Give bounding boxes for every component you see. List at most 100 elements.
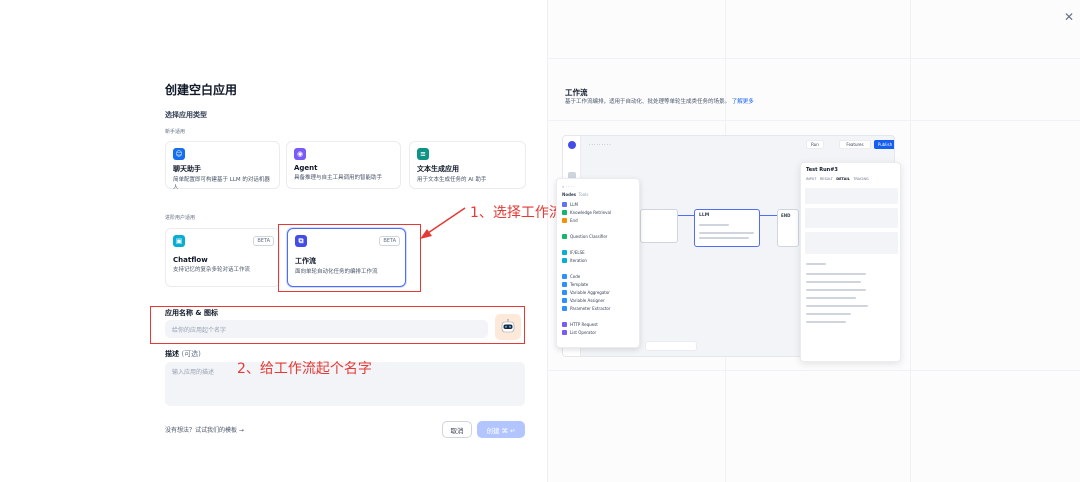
close-icon[interactable]: ✕ [1064, 10, 1078, 28]
app-name-input[interactable]: 给你的应用起个名字 [165, 320, 488, 338]
preview-menu-item: HTTP Request [562, 322, 598, 327]
annotation-box-workflow [278, 224, 421, 292]
preview-end-label: END [781, 213, 791, 218]
preview-menu-label: End [570, 218, 578, 223]
cancel-button[interactable]: 取消 [442, 421, 472, 438]
preview-menu-item: Knowledge Retrieval [562, 210, 611, 215]
preview-run-tab: DETAIL [836, 177, 850, 181]
preview-menu-item: End [562, 218, 578, 223]
preview-menu-item: Template [562, 282, 588, 287]
preview-run-panel: Test Run#3 INPUT RESULT DETAIL TRACING [800, 162, 901, 362]
preview-run-status [805, 188, 898, 204]
preview-menu-item: List Operator [562, 330, 596, 335]
annotation-step1: 1、选择工作流 [470, 205, 563, 221]
preview-menu-tab: Tools [578, 192, 589, 197]
agent-icon: ◉ [294, 148, 306, 160]
beginner-label: 新手适用 [165, 129, 186, 135]
app-type-title: 文本生成应用 [417, 165, 459, 173]
preview-line [699, 232, 754, 234]
chat-bot-icon: ☺ [173, 148, 185, 160]
preview-line [806, 289, 866, 291]
preview-menu-item: Variable Assigner [562, 298, 605, 303]
preview-description: 基于工作流编排，适用于自动化、批处理等单轮生成类任务的场景。 了解更多 [565, 98, 775, 106]
preview-menu-label: List Operator [570, 330, 597, 335]
preview-line [699, 237, 749, 239]
preview-menu-tab: Nodes [562, 192, 577, 197]
preview-menu-label: Knowledge Retrieval [570, 210, 612, 215]
preview-menu-item: IF/ELSE [562, 250, 585, 255]
preview-node-menu: ⌕ · · · · Nodes Tools LLM Knowledge Retr… [556, 178, 640, 348]
app-type-desc: 用于文本生成任务的 AI 助手 [417, 177, 487, 183]
preview-menu-label: Iteration [570, 258, 587, 263]
preview-breadcrumb: · · · · · · · · · [589, 142, 611, 147]
beta-badge: BETA [253, 236, 274, 246]
app-type-desc: 简单配置即可构建基于 LLM 的对话机器人 [173, 177, 270, 191]
text-generator-icon: ≡ [417, 148, 429, 160]
app-type-desc: 具备推理与自主工具调用的智能助手 [294, 175, 383, 181]
preview-llm-label: LLM [699, 213, 710, 218]
preview-menu-item: Iteration [562, 258, 587, 263]
preview-menu-item: Code [562, 274, 580, 279]
preview-run-output [805, 232, 898, 254]
preview-line [806, 297, 856, 299]
choose-type-label: 选择应用类型 [165, 111, 207, 119]
desc-label-text: 描述 [165, 350, 179, 358]
preview-menu-item: Variable Aggregator [562, 290, 610, 295]
desc-label: 描述 (可选) [165, 349, 201, 359]
preview-line [806, 263, 826, 265]
preview-edge [760, 215, 777, 216]
grid-line [547, 58, 1080, 59]
preview-run-tab: RESULT [819, 177, 833, 181]
dialog-title: 创建空白应用 [165, 83, 238, 97]
annotation-step2: 2、给工作流起个名字 [237, 361, 372, 377]
app-type-title: 聊天助手 [173, 165, 201, 173]
preview-publish-chip: Publish [874, 140, 894, 149]
preview-run-tab: INPUT [806, 177, 817, 181]
name-label: 应用名称 & 图标 [165, 309, 218, 317]
preview-toolbar: · · · · · · · · · Run Features Publish [581, 136, 894, 154]
preview-line [806, 305, 868, 307]
preview-title: 工作流 [565, 88, 588, 97]
preview-line [699, 224, 729, 226]
learn-more-link[interactable]: 了解更多 [732, 99, 754, 105]
preview-line [806, 281, 861, 283]
preview-run-input [805, 208, 898, 228]
create-button[interactable]: 创建 ⌘ ↵ [477, 421, 525, 438]
preview-line [806, 313, 851, 315]
grid-line [547, 120, 1080, 121]
preview-menu-label: LLM [570, 202, 578, 207]
app-type-agent-card[interactable]: ◉ Agent 具备推理与自主工具调用的智能助手 [286, 141, 401, 189]
grid-line [547, 370, 1080, 371]
preview-menu-item: Question Classifier [562, 234, 607, 239]
preview-menu-item: Parameter Extractor [562, 306, 611, 311]
chatflow-icon: ▣ [173, 235, 185, 247]
preview-bottom-toolbar [645, 341, 697, 351]
app-type-text-card[interactable]: ≡ 文本生成应用 用于文本生成任务的 AI 助手 [409, 141, 526, 189]
preview-logo-icon [568, 141, 576, 149]
preview-line [806, 273, 866, 275]
preview-menu-label: Parameter Extractor [570, 306, 611, 311]
preview-start-node [640, 209, 678, 243]
app-type-title: Chatflow [173, 256, 208, 264]
grid-line [910, 0, 911, 482]
preview-edge [678, 215, 694, 216]
app-type-chat-card[interactable]: ☺ 聊天助手 简单配置即可构建基于 LLM 的对话机器人 [165, 141, 280, 191]
app-type-chatflow-card[interactable]: ▣ BETA Chatflow 支持记忆的复杂多轮对话工作流 [165, 228, 280, 287]
preview-menu-label: HTTP Request [570, 322, 598, 327]
preview-menu-label: Template [570, 282, 589, 287]
template-link[interactable]: 没有想法？试试我们的模板 → [165, 425, 244, 434]
preview-menu-search: ⌕ · · · · [562, 184, 575, 189]
advanced-label: 进阶用户适用 [165, 215, 196, 221]
preview-end-node: END [777, 209, 799, 247]
preview-features-chip: Features [839, 140, 871, 149]
preview-menu-label: Variable Assigner [570, 298, 605, 303]
preview-menu-label: IF/ELSE [570, 250, 585, 255]
app-type-desc: 支持记忆的复杂多轮对话工作流 [173, 267, 251, 273]
preview-line [806, 321, 846, 323]
app-avatar-icon[interactable] [495, 314, 521, 340]
preview-run-chip: Run [806, 140, 824, 149]
preview-menu-label: Code [570, 274, 581, 279]
preview-desc-text: 基于工作流编排，适用于自动化、批处理等单轮生成类任务的场景。 [565, 99, 731, 105]
preview-menu-tabs: Nodes Tools [562, 192, 588, 197]
annotation-arrow [420, 207, 466, 239]
